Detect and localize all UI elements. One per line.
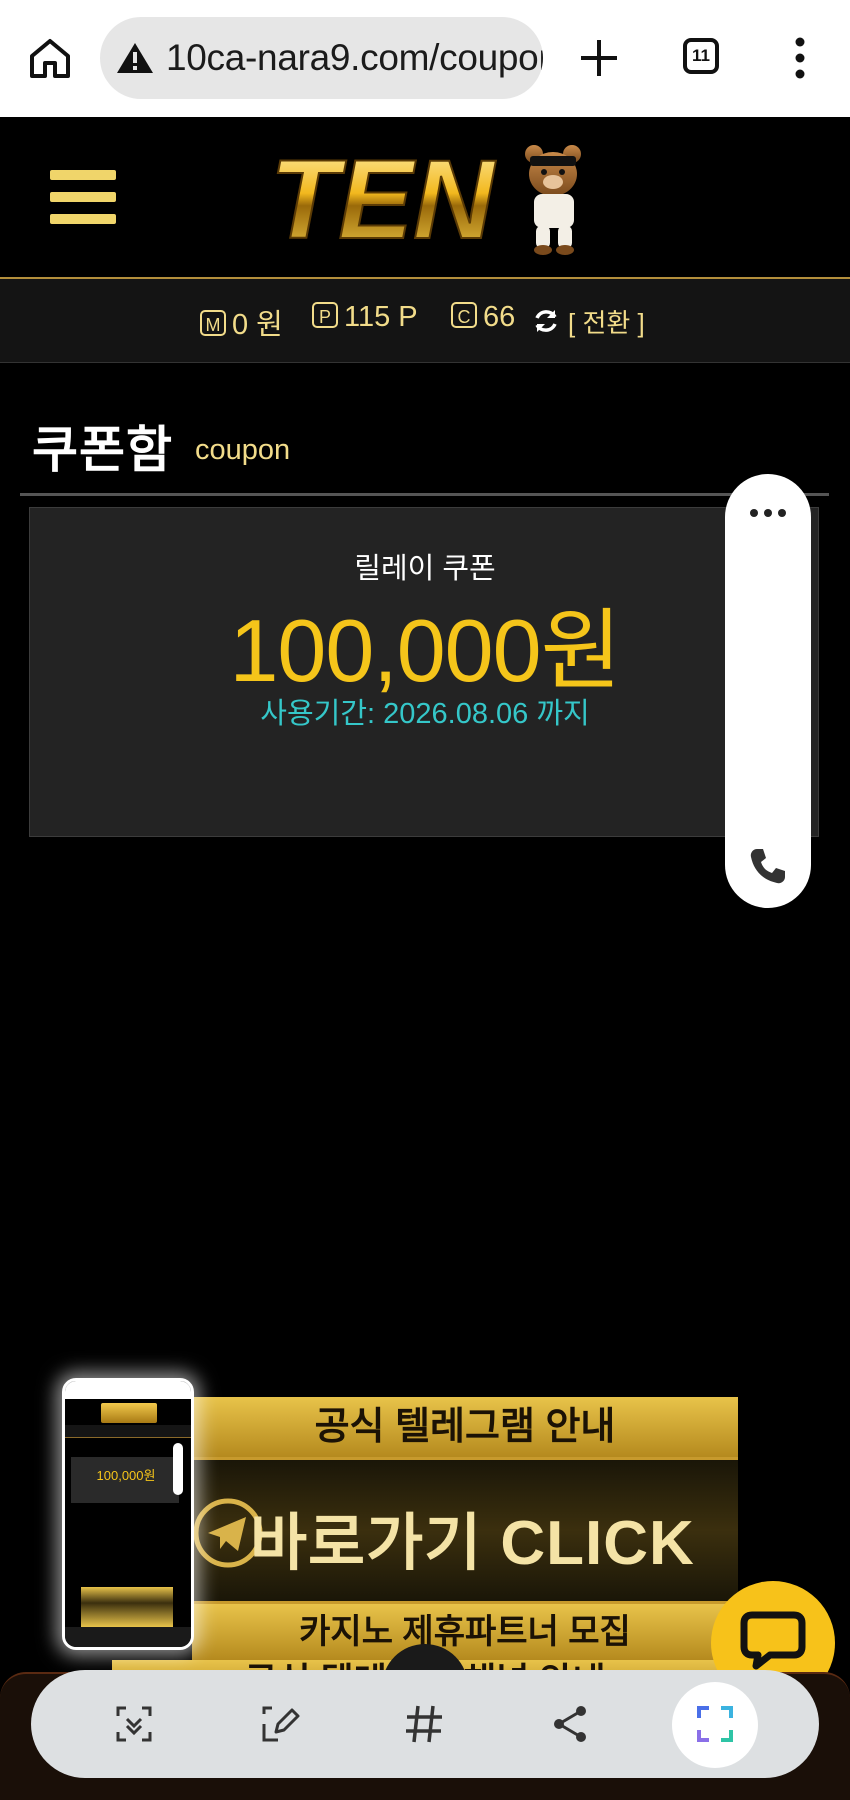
coin-badge: C [451,302,477,328]
address-bar[interactable]: 10ca-nara9.com/coupon [100,17,543,99]
telegram-banner-title[interactable]: 공식 텔레그램 안내 [192,1397,738,1457]
telegram-cta-text: 바로가기 CLICK [250,1509,695,1578]
coupon-period: 사용기간: 2026.08.06 까지 [260,698,590,730]
thumb-side-widget [173,1443,183,1495]
plus-icon[interactable] [577,36,621,80]
ten-logo[interactable]: TEN [268,136,588,256]
coin-value: 66 [483,301,516,333]
refresh-icon[interactable] [532,307,560,335]
thumb-logo [101,1403,157,1423]
tabs-icon[interactable]: 11 [683,38,719,74]
home-icon[interactable] [28,36,72,80]
url-text: 10ca-nara9.com/coupon [166,37,543,78]
money-badge: M [200,310,226,336]
more-vert-icon[interactable] [790,36,810,80]
money-value: 0 원 [232,309,283,341]
thumb-address-bar [65,1381,191,1399]
share-icon[interactable] [548,1702,592,1746]
scroll-capture-icon[interactable] [112,1702,156,1746]
draw-icon[interactable] [258,1702,302,1746]
switch-button[interactable]: [ 전환 ] [568,303,645,340]
chat-icon [740,1611,806,1670]
point-value: 115 P [344,301,418,333]
warning-icon [117,43,153,73]
crop-icon[interactable] [693,1702,737,1746]
balance-bar: M0 원 P 115 P C 66 [ 전환 ] [0,279,850,363]
phone-icon[interactable] [748,846,788,886]
screenshot-thumbnail[interactable]: 100,000원 [62,1378,194,1650]
thumb-bottom-nav [65,1627,191,1647]
title-divider [20,493,829,496]
money-balance: M0 원 [200,301,283,343]
thumb-coupon-amount: 100,000원 [96,1468,156,1483]
thumb-banner [81,1587,173,1627]
thumb-balance-bar [65,1425,191,1438]
menu-icon[interactable] [50,170,116,226]
more-horiz-icon[interactable] [749,505,787,521]
floating-side-widget[interactable] [725,474,811,908]
point-balance: P 115 P [312,301,418,334]
hashtag-icon[interactable] [402,1702,446,1746]
page-subtitle: coupon [195,434,291,466]
page-title: 쿠폰함 [32,422,173,478]
coin-balance: C 66 [451,301,515,334]
point-badge: P [312,302,338,328]
logo-text: TEN [270,137,496,256]
coupon-amount: 100,000원 [229,601,621,700]
